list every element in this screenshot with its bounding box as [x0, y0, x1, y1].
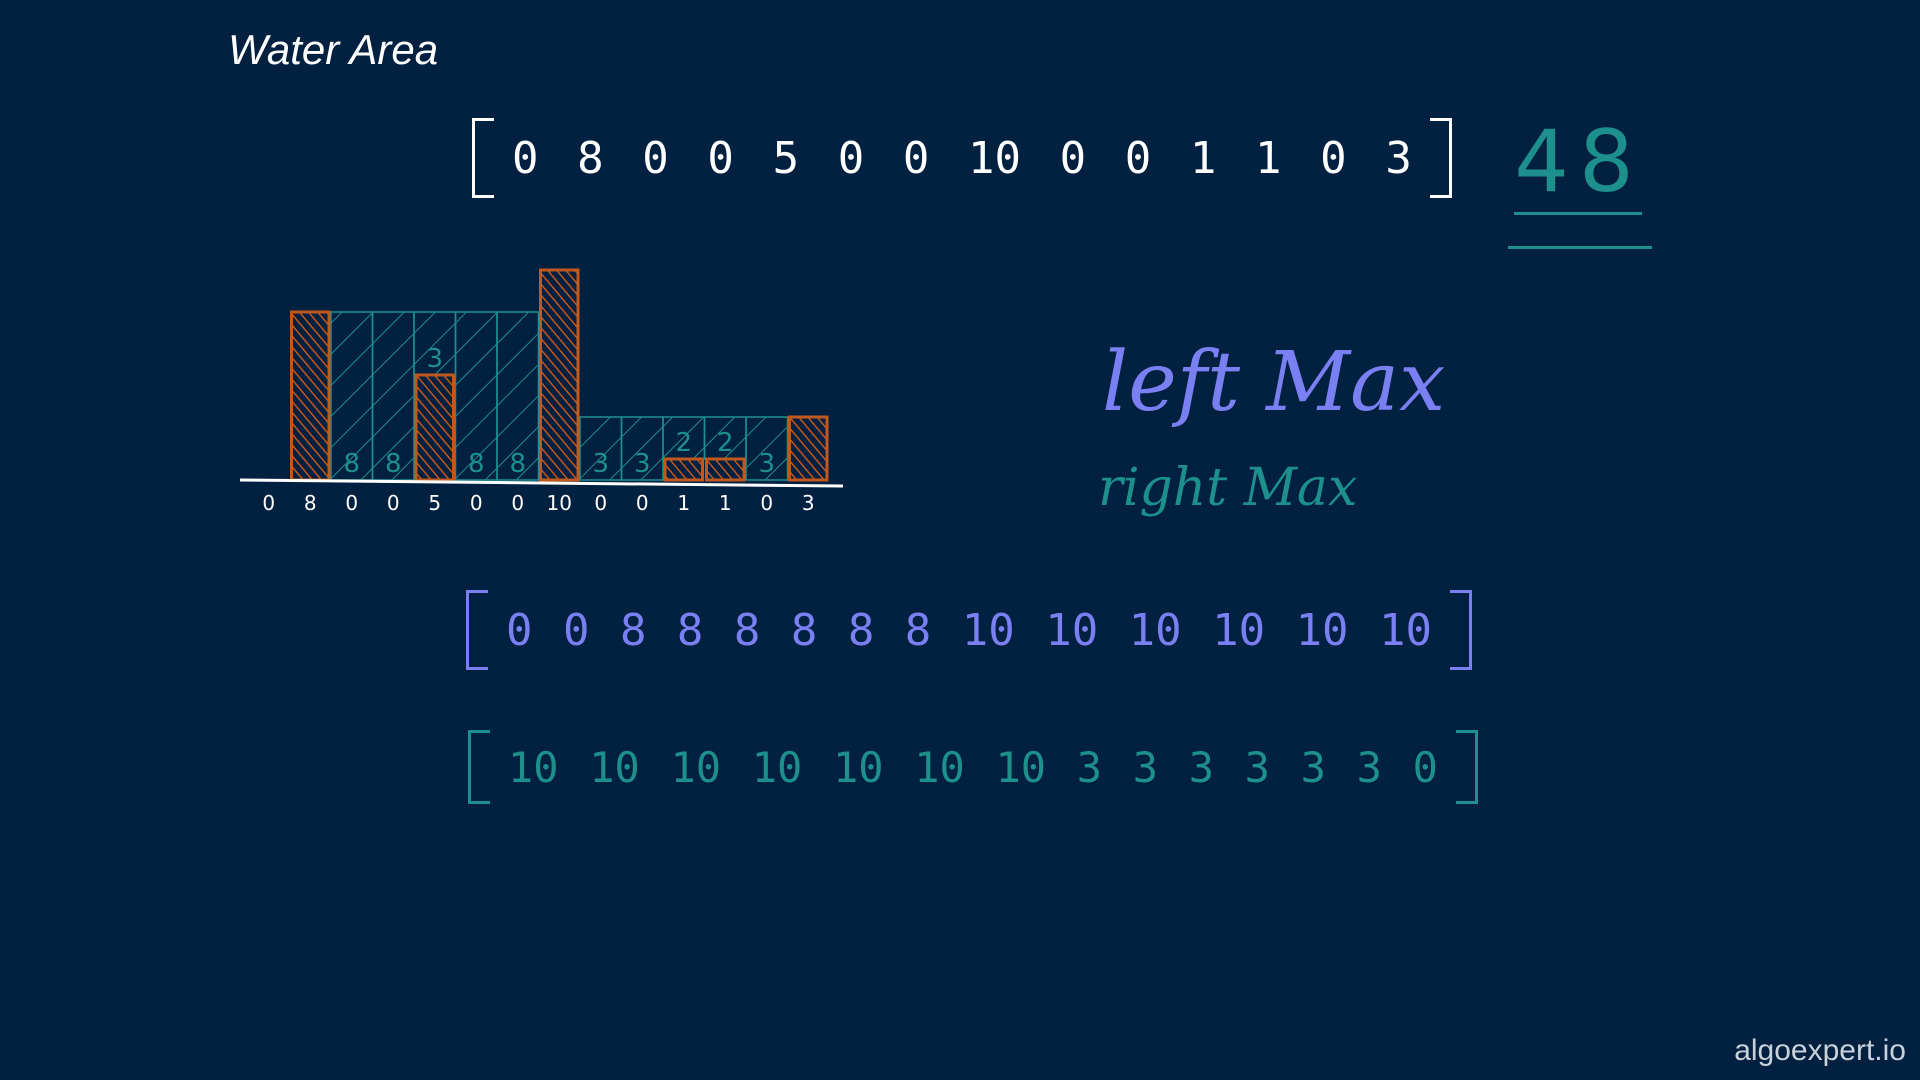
- array-item: 8: [676, 604, 704, 656]
- array-item: 0: [562, 604, 590, 656]
- array-item: 3: [1300, 742, 1326, 792]
- array-item: 10: [508, 742, 559, 792]
- water-bar-diagram: 8 838 8 3 32 23 0 8 0 0 5 0 0 10 0 0 1 1 0 3: [239, 268, 844, 515]
- array-item: 0: [1412, 742, 1438, 792]
- x-tick-label: 10: [547, 491, 572, 515]
- x-tick-label: 5: [428, 491, 441, 515]
- left-max-label: left Max: [1102, 335, 1446, 430]
- array-item: 8: [790, 604, 818, 656]
- x-tick-label: 0: [594, 491, 607, 515]
- array-item: 10: [1045, 604, 1099, 656]
- water-amount-label: 8: [509, 449, 526, 479]
- array-item: 3: [1076, 742, 1103, 792]
- array-item: 10: [1379, 604, 1432, 656]
- right-bracket: [1450, 590, 1472, 670]
- x-tick-label: 0: [262, 491, 275, 515]
- x-tick-label: 3: [802, 491, 815, 515]
- height-bar: [705, 457, 746, 482]
- array-item: 0: [506, 604, 533, 656]
- left-bracket: [466, 590, 488, 670]
- left-bracket: [468, 730, 490, 804]
- right-bracket: [1456, 730, 1478, 804]
- water-amount-label: 3: [592, 449, 609, 479]
- height-bar: [788, 415, 829, 482]
- array-item: 10: [589, 742, 640, 792]
- x-tick-label: 0: [345, 491, 358, 515]
- array-item: 10: [1212, 604, 1266, 656]
- x-tick-label: 1: [677, 491, 690, 515]
- x-tick-label: 1: [719, 491, 732, 515]
- array-item: 3: [1188, 742, 1214, 792]
- right-max-label: right Max: [1098, 458, 1358, 518]
- array-item: 10: [1295, 604, 1349, 656]
- x-tick-label: 8: [304, 491, 317, 515]
- x-tick-label: 0: [636, 491, 649, 515]
- height-bar: [539, 268, 580, 482]
- array-item: 10: [1128, 604, 1182, 656]
- array-item: 10: [751, 742, 803, 792]
- array-item: 8: [733, 604, 761, 656]
- water-amount-label: 8: [385, 449, 402, 479]
- left-max-array: 0 0 8 8 8 8 8 8 10 10 10 10 10 10: [466, 590, 1472, 670]
- array-item: 10: [833, 742, 884, 792]
- array-item: 10: [914, 742, 965, 792]
- array-item: 3: [1244, 742, 1270, 792]
- array-item: 8: [847, 604, 875, 656]
- array-item: 10: [995, 742, 1047, 792]
- height-bar: [290, 310, 331, 482]
- array-item: 3: [1356, 742, 1382, 792]
- x-tick-label: 0: [387, 491, 400, 515]
- array-item: 3: [1132, 742, 1159, 792]
- right-max-array: 10 10 10 10 10 10 10 3 3 3 3 3 3 0: [468, 730, 1478, 804]
- array-item: 8: [619, 604, 647, 656]
- water-amount-label: 3: [426, 344, 443, 374]
- water-amount-label: 3: [758, 449, 775, 479]
- water-amount-label: 8: [343, 449, 360, 479]
- height-bar: [414, 373, 455, 482]
- x-tick-label: 0: [470, 491, 483, 515]
- water-amount-label: 8: [468, 449, 485, 479]
- array-items: 0 0 8 8 8 8 8 8 10 10 10 10 10 10: [488, 605, 1450, 656]
- array-item: 8: [904, 604, 932, 656]
- water-amount-label: 2: [675, 428, 692, 458]
- height-bar: [663, 457, 704, 482]
- x-tick-label: 0: [760, 491, 773, 515]
- array-item: 10: [670, 742, 722, 792]
- water-amount-label: 2: [717, 428, 734, 458]
- array-items: 10 10 10 10 10 10 10 3 3 3 3 3 3 0: [490, 743, 1456, 792]
- array-item: 10: [961, 604, 1015, 656]
- x-tick-label: 0: [511, 491, 524, 515]
- water-amount-label: 3: [634, 449, 651, 479]
- watermark: algoexpert.io: [1734, 1034, 1906, 1067]
